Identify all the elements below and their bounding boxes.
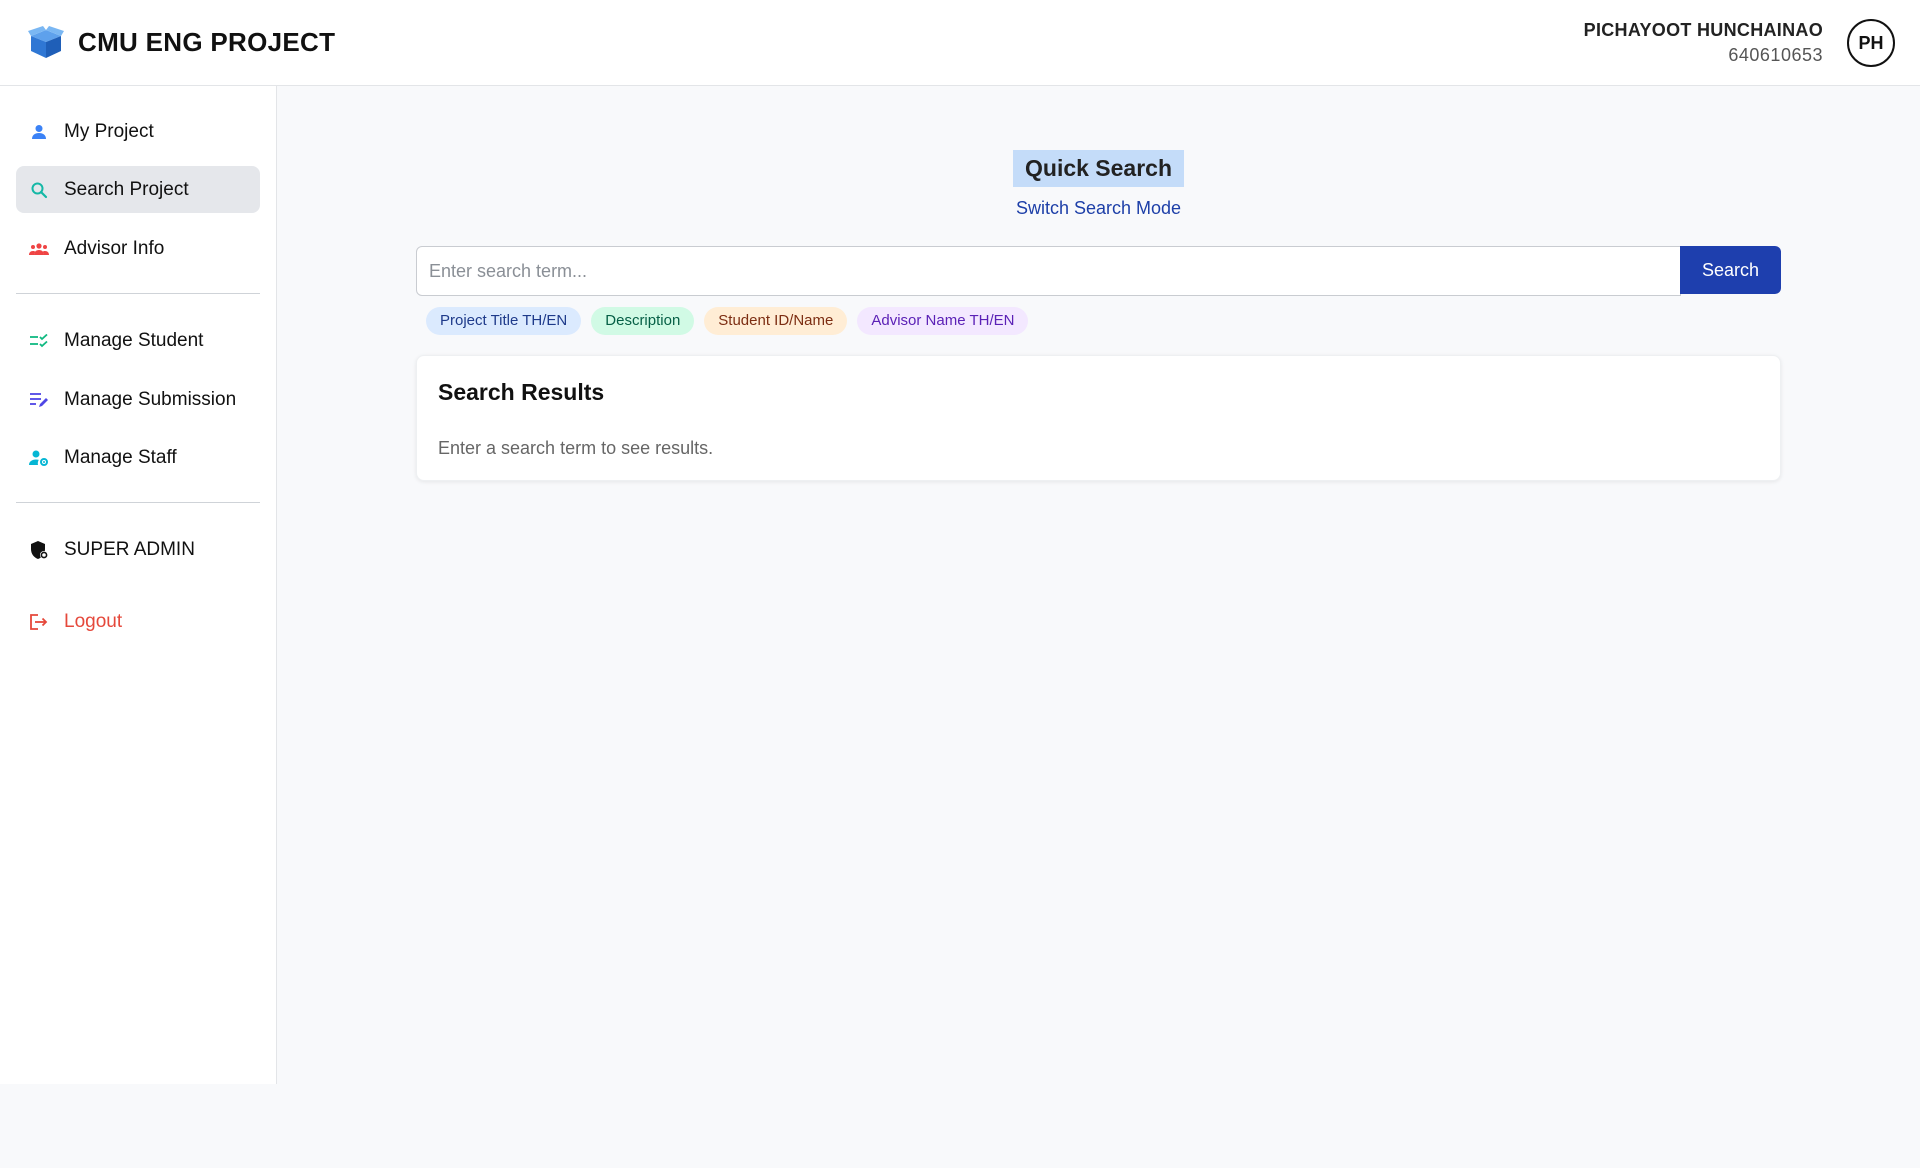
- sidebar: My Project Search Project Advisor Info M…: [0, 86, 277, 1084]
- sidebar-item-label: Manage Staff: [64, 446, 177, 468]
- sidebar-item-label: Advisor Info: [64, 237, 165, 259]
- search-mode-title: Quick Search: [1013, 150, 1185, 187]
- sidebar-item-manage-staff[interactable]: Manage Staff: [16, 434, 260, 481]
- sidebar-item-search-project[interactable]: Search Project: [16, 166, 260, 213]
- edit-list-icon: [28, 389, 50, 411]
- sidebar-item-super-admin[interactable]: SUPER ADMIN: [16, 526, 260, 573]
- logout-icon: [28, 611, 50, 633]
- person-icon: [28, 121, 50, 143]
- search-icon: [28, 179, 50, 201]
- sidebar-item-label: My Project: [64, 120, 154, 142]
- sidebar-item-label: Search Project: [64, 178, 189, 200]
- switch-search-mode-link[interactable]: Switch Search Mode: [1013, 198, 1184, 219]
- sidebar-item-label: SUPER ADMIN: [64, 538, 195, 560]
- sidebar-item-label: Manage Submission: [64, 388, 237, 410]
- chip-student-id-name: Student ID/Name: [704, 307, 848, 335]
- avatar[interactable]: PH: [1847, 19, 1895, 67]
- chip-advisor-name: Advisor Name TH/EN: [857, 307, 1029, 335]
- checklist-icon: [28, 330, 50, 352]
- chip-project-title: Project Title TH/EN: [426, 307, 582, 335]
- sidebar-item-logout[interactable]: Logout: [16, 598, 260, 645]
- top-header: CMU ENG PROJECT PICHAYOOT HUNCHAINAO 640…: [0, 0, 1920, 86]
- sidebar-item-label: Logout: [64, 610, 123, 632]
- sidebar-item-my-project[interactable]: My Project: [16, 108, 260, 155]
- person-gear-icon: [28, 447, 50, 469]
- sidebar-item-manage-submission[interactable]: Manage Submission: [16, 376, 260, 423]
- shield-icon: [28, 539, 50, 561]
- search-field-chips: Project Title TH/EN Description Student …: [426, 307, 1029, 335]
- sidebar-item-label: Manage Student: [64, 329, 204, 351]
- results-title: Search Results: [438, 379, 605, 405]
- chip-description: Description: [591, 307, 695, 335]
- group-icon: [28, 238, 50, 260]
- sidebar-item-manage-student[interactable]: Manage Student: [16, 317, 260, 364]
- main-content: Quick Search Switch Search Mode Search P…: [278, 86, 1920, 1168]
- box-logo-icon: [28, 26, 64, 58]
- user-id: 640610653: [1728, 45, 1823, 65]
- brand[interactable]: CMU ENG PROJECT: [28, 24, 335, 60]
- sidebar-divider: [16, 293, 260, 294]
- sidebar-item-advisor-info[interactable]: Advisor Info: [16, 225, 260, 272]
- app-title: CMU ENG PROJECT: [78, 26, 336, 57]
- user-info: PICHAYOOT HUNCHAINAO 640610653: [1584, 18, 1823, 68]
- user-name: PICHAYOOT HUNCHAINAO: [1583, 20, 1823, 40]
- search-results-card: Search Results Enter a search term to se…: [416, 355, 1781, 481]
- results-empty-text: Enter a search term to see results.: [438, 438, 714, 458]
- search-input[interactable]: [416, 246, 1681, 296]
- sidebar-divider: [16, 502, 260, 503]
- search-button[interactable]: Search: [1680, 246, 1781, 294]
